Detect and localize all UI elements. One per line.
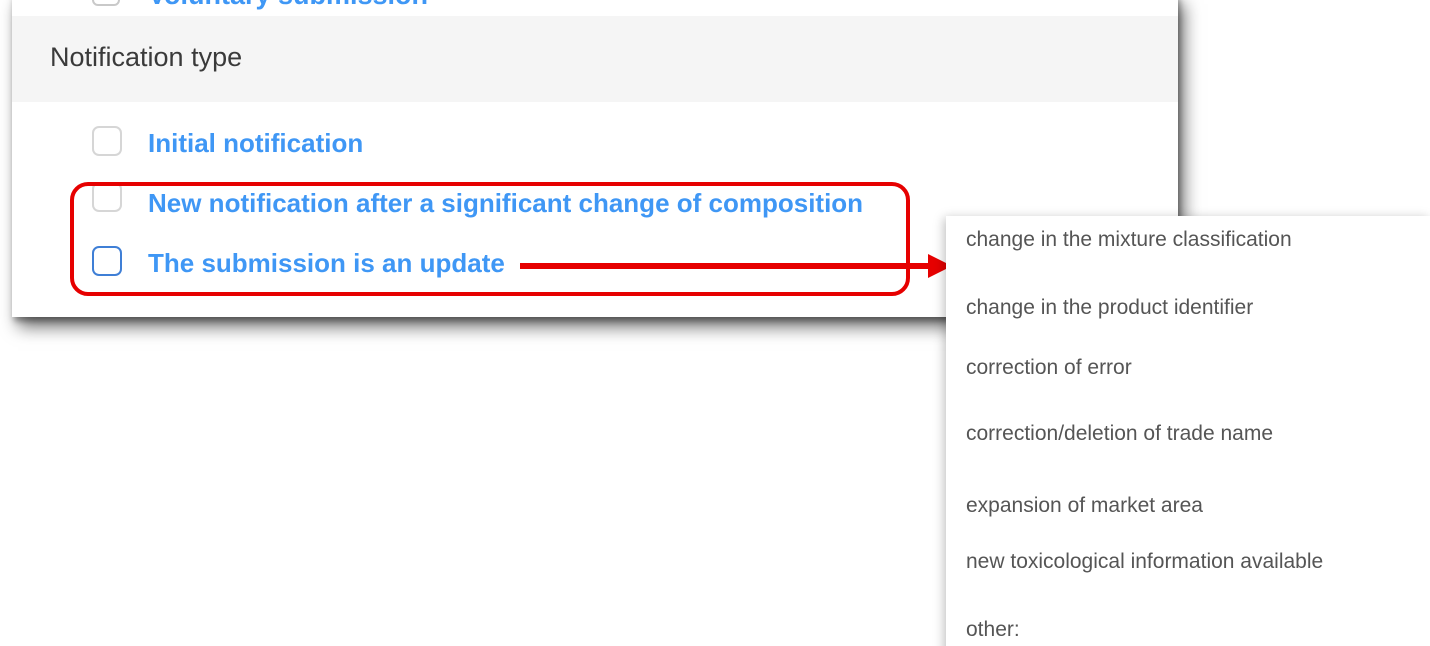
reason-option[interactable]: correction of error: [966, 356, 1132, 380]
screenshot-canvas: Voluntary submission Notification type I…: [0, 0, 1430, 646]
section-title: Notification type: [50, 42, 243, 72]
reason-option[interactable]: change in the mixture classification: [966, 228, 1292, 252]
option-initial-notification[interactable]: Initial notification: [12, 124, 1178, 164]
initial-notification-label[interactable]: Initial notification: [148, 128, 363, 159]
update-reason-dropdown: change in the mixture classification cha…: [946, 216, 1430, 646]
previous-option-checkbox[interactable]: [92, 0, 120, 6]
section-header: Notification type: [12, 16, 1178, 102]
reason-option[interactable]: correction/deletion of trade name: [966, 422, 1273, 446]
reason-option[interactable]: other:: [966, 618, 1020, 642]
reason-option[interactable]: change in the product identifier: [966, 296, 1253, 320]
previous-option-row: Voluntary submission: [12, 0, 1178, 16]
reason-option[interactable]: new toxicological information available: [966, 550, 1323, 574]
reason-option[interactable]: expansion of market area: [966, 494, 1203, 518]
initial-notification-checkbox[interactable]: [92, 126, 122, 156]
red-highlight-box: [70, 182, 910, 296]
previous-option-label[interactable]: Voluntary submission: [148, 0, 428, 11]
